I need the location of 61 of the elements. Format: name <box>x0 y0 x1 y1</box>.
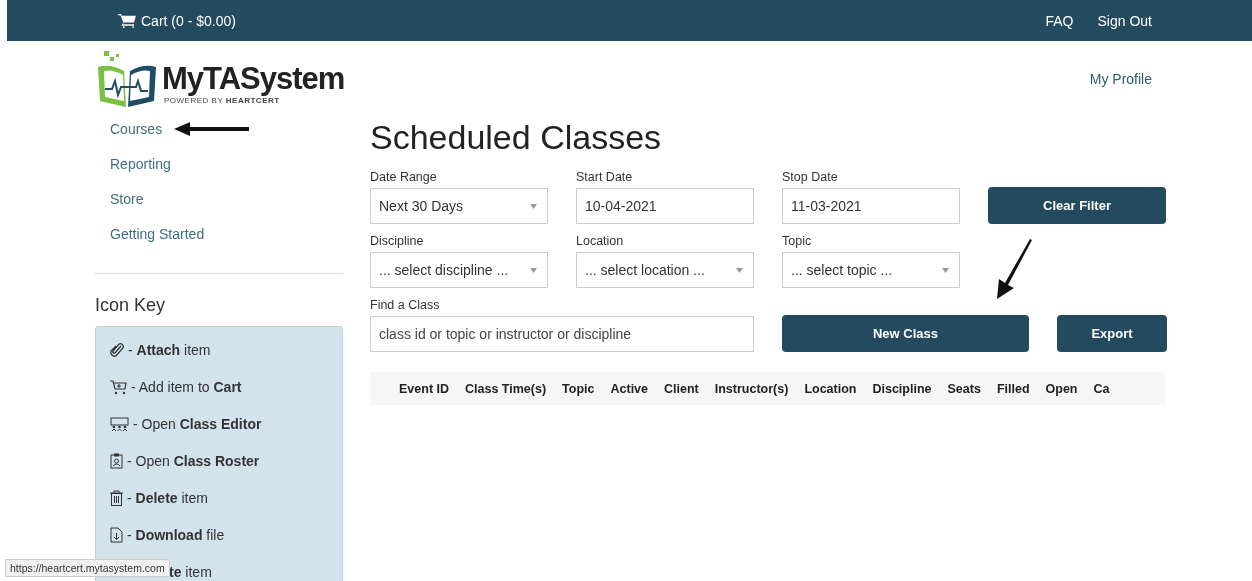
field-label: Discipline <box>370 234 425 249</box>
clear-filter-button[interactable]: Clear Filter <box>988 187 1166 225</box>
column-header[interactable]: Active <box>610 381 648 396</box>
sidebar-link[interactable]: Reporting <box>110 156 171 172</box>
sidebar-link[interactable]: Getting Started <box>110 226 205 242</box>
field-label: Date Range <box>370 170 438 185</box>
export-button[interactable]: Export <box>1057 315 1167 353</box>
field-label: Find a Class <box>370 298 441 313</box>
column-header[interactable]: Discipline <box>872 381 932 396</box>
status-bar-url: https://heartcert.mytasystem.com <box>5 559 170 577</box>
caret-icon <box>942 267 949 273</box>
top-nav-link[interactable]: FAQ <box>1045 12 1074 29</box>
cart-link[interactable]: Cart (0 - $0.00) <box>118 12 236 29</box>
paperclip-icon <box>110 342 124 359</box>
sidebar-link[interactable]: Courses <box>110 121 163 137</box>
field-label: Stop Date <box>782 170 839 185</box>
date-input-field[interactable]: 11-03-2021 <box>782 188 960 225</box>
top-nav-link[interactable]: Sign Out <box>1097 12 1152 29</box>
column-header[interactable]: Ca <box>1093 381 1110 396</box>
column-header[interactable]: Seats <box>947 381 981 396</box>
icon-key-text: te item <box>169 563 212 580</box>
dropdown-field[interactable]: ... select location ... <box>576 252 754 289</box>
date-input-field[interactable]: 10-04-2021 <box>576 188 754 225</box>
trash-icon <box>110 489 123 506</box>
caret-icon <box>530 203 537 209</box>
column-header[interactable]: Class Time(s) <box>465 381 547 396</box>
column-header[interactable]: Instructor(s) <box>714 381 789 396</box>
field-label: Location <box>576 234 625 249</box>
file-download-icon <box>110 526 123 543</box>
field-label: Start Date <box>576 170 634 185</box>
icon-key-text: - Download file <box>127 526 225 543</box>
column-header[interactable]: Location <box>804 381 857 396</box>
cart-plus-icon <box>110 379 127 395</box>
icon-key-text: - Open Class Roster <box>127 453 260 469</box>
search-field[interactable]: class id or topic or instructor or discipline <box>370 316 754 353</box>
dropdown-field[interactable]: ... select topic ... <box>782 252 960 289</box>
page-title: Scheduled Classes <box>370 119 663 157</box>
cart-icon <box>118 13 137 28</box>
column-header[interactable]: Filled <box>996 381 1030 396</box>
icon-key-heading: Icon Key <box>95 295 167 316</box>
caret-icon <box>736 267 743 273</box>
icon-key-text: - Delete item <box>127 489 208 506</box>
dropdown-field[interactable]: ... select discipline ... <box>370 252 548 289</box>
column-header[interactable]: Topic <box>562 381 595 396</box>
icon-key-text: - Open Class Editor <box>133 416 262 433</box>
profile-link[interactable]: My Profile <box>1089 71 1152 87</box>
sidebar-link[interactable]: Store <box>110 191 144 207</box>
logo-tagline: POWERED BY HEARTCERT <box>164 96 281 105</box>
new-class-button[interactable]: New Class <box>782 315 1029 353</box>
field-label: Topic <box>782 234 813 249</box>
logo-name: MyTASystem <box>162 63 345 94</box>
column-header[interactable]: Client <box>664 381 699 396</box>
column-header[interactable]: Event ID <box>399 381 449 396</box>
clipboard-person-icon <box>110 453 123 469</box>
dropdown-field[interactable]: Next 30 Days <box>370 188 548 225</box>
column-header[interactable]: Open <box>1045 381 1078 396</box>
classroom-icon <box>110 416 129 432</box>
open-book-logo-icon <box>96 51 158 109</box>
icon-key-text: - Add item to Cart <box>131 379 242 396</box>
caret-icon <box>530 267 537 273</box>
icon-key-text: - Attach item <box>128 342 211 359</box>
